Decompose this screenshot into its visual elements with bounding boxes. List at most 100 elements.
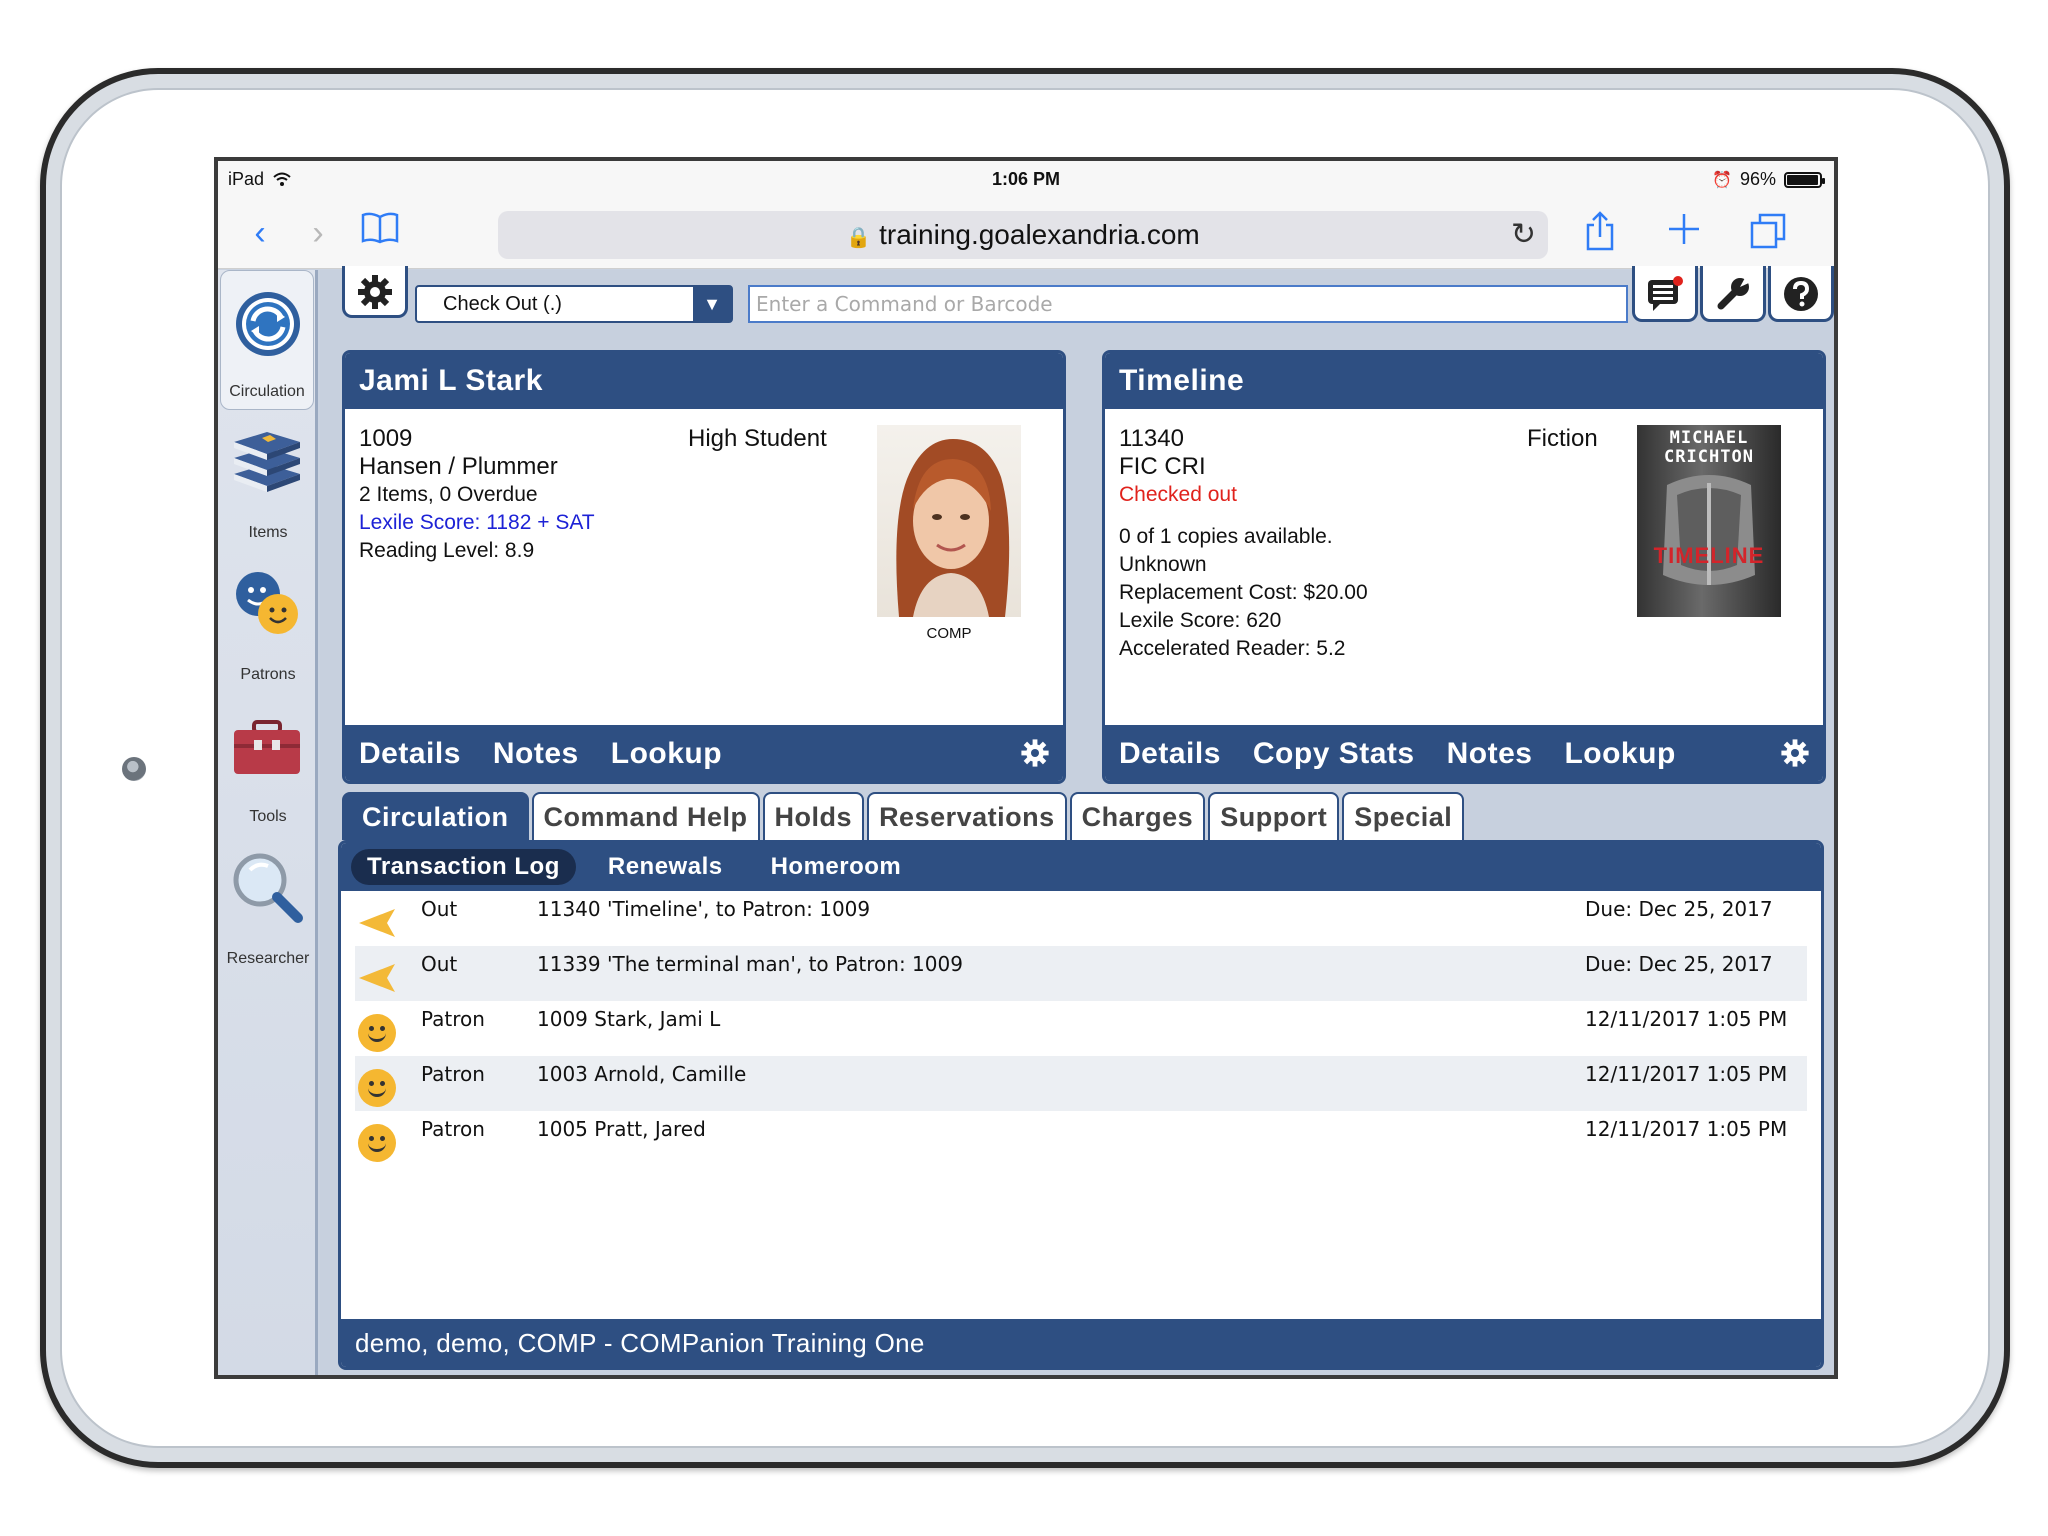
log-type: Out [421, 952, 458, 976]
session-footer: demo, demo, COMP - COMPanion Training On… [341, 1319, 1821, 1367]
checkout-arrow-icon [359, 964, 395, 992]
patron-items: 2 Items, 0 Overdue [359, 483, 538, 506]
url-bar[interactable]: 🔒 training.goalexandria.com ↻ [498, 211, 1548, 259]
log-description: 11339 'The terminal man', to Patron: 100… [537, 952, 963, 976]
new-tab-icon[interactable] [1662, 211, 1706, 255]
command-input[interactable] [748, 285, 1628, 323]
cover-title: TIMELINE [1653, 543, 1765, 568]
log-description: 1009 Stark, Jami L [537, 1007, 721, 1031]
log-date: 12/11/2017 1:05 PM [1585, 1117, 1788, 1141]
item-category: Fiction [1527, 425, 1598, 452]
command-mode-select[interactable]: Check Out (.) ▼ [415, 285, 733, 323]
bookmarks-icon[interactable] [358, 211, 402, 255]
help-button[interactable] [1768, 266, 1834, 322]
tab-command-help[interactable]: Command Help [531, 792, 760, 840]
patron-reading-level: Reading Level: 8.9 [359, 539, 535, 562]
item-status: Checked out [1119, 483, 1237, 506]
gear-icon [358, 275, 392, 309]
books-icon [234, 432, 300, 492]
armor-helmet-icon [1663, 475, 1755, 585]
alarm-icon: ⏰ [1712, 171, 1732, 189]
gear-icon[interactable] [1779, 737, 1811, 769]
sidebar-item-patrons[interactable]: Patrons [218, 554, 318, 694]
sidebar-item-tools[interactable]: Tools [218, 696, 318, 836]
item-copies: 0 of 1 copies available. [1119, 525, 1333, 548]
forward-icon[interactable]: › [296, 211, 340, 255]
chevron-down-icon[interactable]: ▼ [693, 287, 731, 321]
patron-name: Jami L Stark [345, 353, 1063, 409]
settings-gear-button[interactable] [342, 266, 408, 318]
patron-barcode: 1009 [359, 425, 413, 452]
app-area: Circulation Items Patrons Tools Research… [218, 266, 1834, 1375]
tab-support[interactable]: Support [1208, 792, 1340, 840]
share-icon[interactable] [1578, 211, 1622, 255]
wrench-button[interactable] [1700, 266, 1766, 322]
item-notes-link[interactable]: Notes [1447, 725, 1533, 781]
sidebar-label-circulation: Circulation [229, 383, 305, 400]
subtab-transaction-log[interactable]: Transaction Log [351, 849, 576, 885]
log-date: 12/11/2017 1:05 PM [1585, 1062, 1788, 1086]
lock-icon: 🔒 [846, 227, 872, 249]
patron-notes-link[interactable]: Notes [493, 725, 579, 781]
tab-special[interactable]: Special [1342, 792, 1465, 840]
log-description: 11340 'Timeline', to Patron: 1009 [537, 897, 871, 921]
tab-circulation[interactable]: Circulation [342, 792, 529, 840]
status-time: 1:06 PM [991, 169, 1061, 189]
tab-charges[interactable]: Charges [1069, 792, 1206, 840]
top-tool-icons [1630, 266, 1834, 322]
patron-photo [877, 425, 1021, 617]
log-description: 1005 Pratt, Jared [537, 1117, 706, 1141]
command-row: Check Out (.) ▼ [320, 266, 1834, 340]
patron-details-link[interactable]: Details [359, 725, 461, 781]
smiley-icon [355, 1121, 399, 1165]
item-lexile: Lexile Score: 620 [1119, 609, 1282, 632]
sidebar-item-circulation[interactable]: Circulation [220, 270, 314, 410]
item-copy-stats-link[interactable]: Copy Stats [1253, 725, 1415, 781]
battery-icon [1784, 171, 1825, 188]
table-row[interactable]: Patron 1009 Stark, Jami L 12/11/2017 1:0… [355, 1001, 1807, 1056]
toolbox-icon [234, 720, 300, 774]
command-mode-value: Check Out (.) [443, 293, 562, 315]
main-content: Check Out (.) ▼ Enter a Command or Barco… [320, 266, 1834, 1375]
log-date: 12/11/2017 1:05 PM [1585, 1007, 1788, 1031]
messages-button[interactable] [1632, 266, 1698, 322]
message-list-icon [1648, 276, 1683, 311]
screen: iPad 1:06 PM ⏰ 96% ‹ › 🔒 training.goalexa… [214, 157, 1838, 1379]
table-row[interactable]: Out 11340 'Timeline', to Patron: 1009 Du… [355, 891, 1807, 946]
battery-percent: 96% [1739, 169, 1776, 189]
tabs-icon[interactable] [1746, 211, 1790, 255]
table-row[interactable]: Out 11339 'The terminal man', to Patron:… [355, 946, 1807, 1001]
subtab-renewals[interactable]: Renewals [592, 849, 739, 885]
table-row[interactable]: Patron 1003 Arnold, Camille 12/11/2017 1… [355, 1056, 1807, 1111]
back-icon[interactable]: ‹ [238, 211, 282, 255]
item-location: Unknown [1119, 553, 1207, 576]
subtab-homeroom[interactable]: Homeroom [755, 849, 918, 885]
sidebar-item-researcher[interactable]: Researcher [218, 838, 318, 978]
patron-lexile[interactable]: Lexile Score: 1182 + SAT [359, 509, 595, 537]
status-bar: iPad 1:06 PM ⏰ 96% [218, 161, 1834, 197]
sidebar-item-items[interactable]: Items [218, 412, 318, 552]
patron-details: 1009 Hansen / Plummer 2 Items, 0 Overdue… [359, 425, 595, 565]
item-title: Timeline [1105, 353, 1823, 409]
smiley-icon [355, 1066, 399, 1110]
wrench-icon [1717, 276, 1751, 310]
gear-icon[interactable] [1019, 737, 1051, 769]
item-accelerated-reader: Accelerated Reader: 5.2 [1119, 637, 1346, 660]
reload-icon[interactable]: ↻ [1511, 211, 1536, 259]
log-type: Patron [421, 1007, 485, 1031]
tab-holds[interactable]: Holds [762, 792, 865, 840]
patron-lookup-link[interactable]: Lookup [611, 725, 722, 781]
main-tabs: Circulation Command Help Holds Reservati… [342, 792, 1467, 840]
item-lookup-link[interactable]: Lookup [1564, 725, 1675, 781]
item-replacement-cost: Replacement Cost: $20.00 [1119, 581, 1368, 604]
patrons-icon [236, 572, 298, 634]
transaction-log-panel: Transaction Log Renewals Homeroom Out 11… [338, 840, 1824, 1370]
item-details-link[interactable]: Details [1119, 725, 1221, 781]
item-panel-footer: Details Copy Stats Notes Lookup [1105, 725, 1823, 781]
log-type: Out [421, 897, 458, 921]
table-row[interactable]: Patron 1005 Pratt, Jared 12/11/2017 1:05… [355, 1111, 1807, 1166]
photo-caption: COMP [926, 625, 972, 642]
tab-reservations[interactable]: Reservations [867, 792, 1067, 840]
sidebar-label-patrons: Patrons [240, 666, 296, 683]
patron-panel: Jami L Stark 1009 Hansen / Plummer 2 Ite… [342, 350, 1066, 784]
